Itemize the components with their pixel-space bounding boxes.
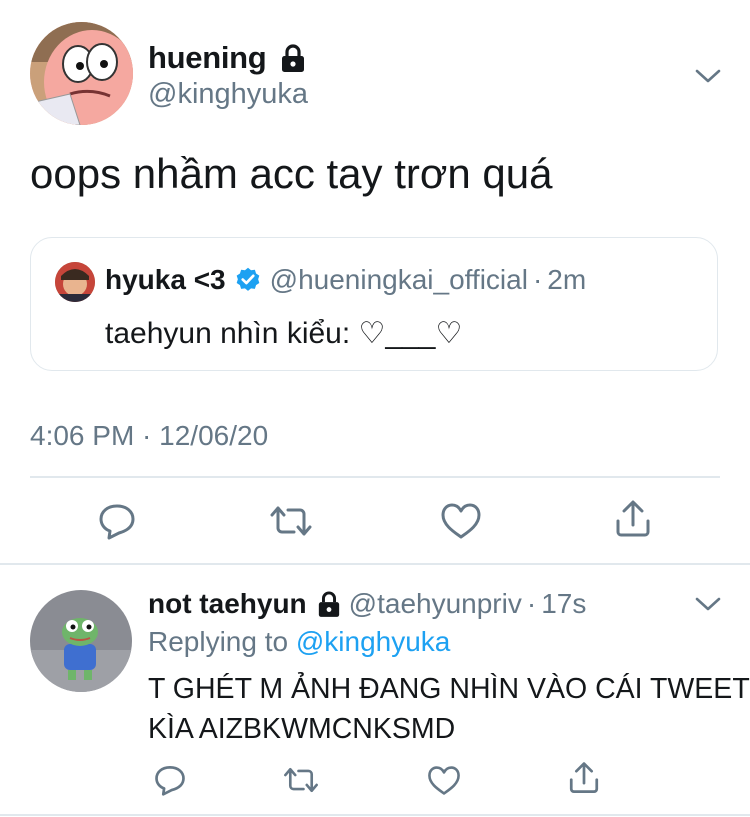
reply-author-avatar[interactable] (30, 590, 132, 692)
tweet-timestamp[interactable]: 4:06 PM · 12/06/20 (30, 420, 268, 452)
retweet-icon (284, 767, 318, 793)
reply-time[interactable]: 17s (541, 588, 586, 620)
pepe-frog-avatar-icon (30, 590, 132, 692)
replying-to-line: Replying to @kinghyuka (148, 626, 450, 658)
chevron-down-icon (695, 69, 721, 83)
reply-display-name[interactable]: not taehyun (148, 588, 307, 620)
patrick-star-avatar-icon (30, 22, 133, 125)
lock-icon (318, 591, 339, 617)
author-display-name[interactable]: huening (148, 40, 267, 76)
author-name-row: huening (148, 40, 306, 76)
reply-button[interactable] (94, 498, 140, 544)
retweet-button[interactable] (266, 498, 316, 544)
quoted-tweet-card[interactable]: hyuka <3 @hueningkai_official · 2m taehy… (30, 237, 718, 371)
reply-like-button[interactable] (424, 760, 464, 800)
reply-icon (155, 766, 185, 796)
reply-icon (99, 504, 135, 540)
quoted-header: hyuka <3 @hueningkai_official · 2m (105, 264, 586, 296)
section-divider (0, 563, 750, 565)
reply-reply-button[interactable] (150, 760, 190, 800)
chevron-down-icon (695, 597, 721, 611)
divider (30, 476, 720, 478)
reply-text-line-2: KÌA AIZBKWMCNKSMD (148, 713, 456, 745)
replying-to-handle-link[interactable]: @kinghyuka (296, 626, 451, 657)
quoted-handle: @hueningkai_official (269, 264, 528, 295)
reply-text-line-1: T GHÉT M ẢNH ĐANG NHÌN VÀO CÁI TWEET (148, 673, 750, 705)
tweet-text: oops nhầm acc tay trơn quá (30, 150, 553, 197)
verified-badge-icon (236, 267, 259, 291)
like-button[interactable] (438, 498, 484, 544)
reply-retweet-button[interactable] (280, 760, 322, 800)
reply-header: not taehyun @taehyunpriv · 17s (148, 587, 586, 621)
quoted-display-name: hyuka <3 (105, 264, 226, 295)
share-button[interactable] (610, 496, 656, 542)
quoted-separator: · (532, 264, 543, 295)
more-options-button[interactable] (690, 58, 726, 94)
like-icon (441, 503, 481, 539)
user-photo-icon (55, 262, 95, 302)
author-handle[interactable]: @kinghyuka (148, 78, 308, 111)
like-icon (428, 765, 460, 795)
reply-handle[interactable]: @taehyunpriv (349, 588, 522, 620)
quoted-text: taehyun nhìn kiểu: ♡___♡ (105, 317, 463, 350)
bottom-divider (0, 814, 750, 816)
quoted-time: 2m (547, 264, 587, 295)
share-icon (616, 500, 650, 537)
quoted-author-avatar (55, 262, 95, 302)
share-icon (569, 762, 599, 793)
lock-icon (282, 44, 305, 72)
reply-separator: · (526, 588, 537, 619)
reply-more-options-button[interactable] (690, 586, 726, 622)
reply-share-button[interactable] (564, 758, 604, 798)
retweet-icon (270, 506, 312, 536)
replying-to-label: Replying to (148, 626, 289, 657)
author-avatar[interactable] (30, 22, 133, 125)
